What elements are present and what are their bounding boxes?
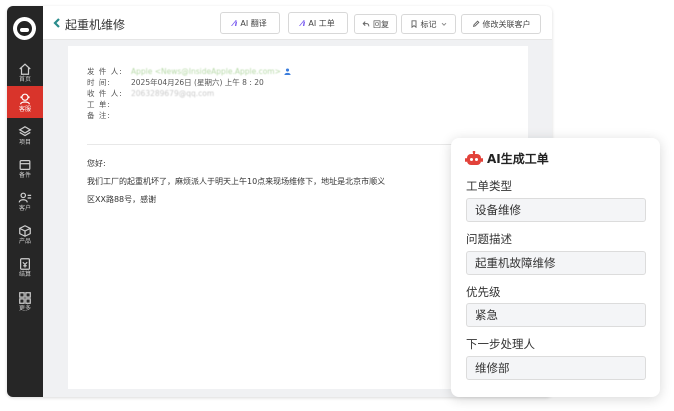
ai-ticket-panel: AI生成工单 工单类型 设备维修 问题描述 起重机故障维修 优先级 紧急 下一步…: [451, 138, 660, 397]
edit-customer-label: 修改关联客户: [482, 19, 531, 29]
field-label-ticket-type: 工单类型: [466, 179, 512, 193]
settlement-icon: [20, 257, 30, 270]
meta-label: 工 单:: [87, 100, 111, 109]
meta-label: 备 注:: [87, 111, 111, 120]
email-greeting: 您好:: [87, 159, 106, 168]
header: 起重机维修 ⁄ı AI 翻译 ⁄ı AI 工单 回复 标记 修改关联客户: [43, 6, 552, 40]
inventory-icon: [19, 159, 31, 170]
sidebar-item-more[interactable]: 更多: [7, 285, 43, 317]
ai-translate-button[interactable]: ⁄ı AI 翻译: [220, 12, 280, 34]
back-icon[interactable]: [51, 17, 63, 29]
grid-icon: [19, 291, 31, 304]
chevron-down-icon: [441, 22, 446, 26]
pencil-icon: [472, 20, 479, 28]
customer-icon: [18, 192, 32, 203]
time-value: 2025年04月26日 (星期六) 上午 8 : 20: [131, 78, 264, 87]
sidebar-item-label: 项目: [18, 138, 31, 146]
avatar[interactable]: [13, 17, 36, 40]
ai-translate-label: AI 翻译: [240, 18, 267, 28]
divider: [87, 144, 507, 145]
sidebar-item-label: 备件: [18, 171, 31, 179]
meta-row-ticket: 工 单:: [87, 99, 291, 110]
email-body: 您好: 我们工厂的起重机坏了，麻烦派人于明天上午10点来现场维修下，地址是北京市…: [87, 155, 432, 209]
sidebar-item-label: 客服: [18, 105, 31, 113]
reply-label: 回复: [373, 19, 389, 29]
sidebar-item-home[interactable]: 首页: [7, 56, 43, 88]
email-meta: 发 件 人: Apple <News@InsideApple.Apple.com…: [87, 66, 291, 121]
panel-title: AI生成工单: [487, 152, 549, 166]
bookmark-icon: [411, 20, 416, 28]
meta-row-time: 时 间: 2025年04月26日 (星期六) 上午 8 : 20: [87, 77, 291, 88]
mark-label: 标记: [420, 19, 437, 29]
problem-description-field[interactable]: 起重机故障维修: [466, 251, 646, 275]
robot-icon: [465, 150, 483, 165]
next-handler-field[interactable]: 维修部: [466, 356, 646, 380]
sidebar-item-customer-service[interactable]: 客服: [7, 86, 43, 118]
meta-label: 发 件 人:: [87, 67, 123, 76]
sidebar-item-label: 首页: [18, 75, 31, 83]
meta-row-to: 收 件 人: 2063289679@qq.com: [87, 88, 291, 99]
home-icon: [19, 62, 31, 75]
sidebar-item-label: 客户: [18, 204, 31, 212]
ai-ticket-button[interactable]: ⁄ı AI 工单: [288, 12, 348, 34]
meta-label: 时 间:: [87, 78, 111, 87]
meta-label: 收 件 人:: [87, 89, 123, 98]
sidebar-item-parts[interactable]: 备件: [7, 152, 43, 184]
sidebar-item-settlement[interactable]: 结算: [7, 251, 43, 283]
mark-dropdown[interactable]: 标记: [401, 14, 456, 34]
contact-icon[interactable]: [284, 68, 291, 75]
field-label-priority: 优先级: [466, 285, 501, 299]
field-label-problem: 问题描述: [466, 232, 512, 246]
sidebar: 首页 客服 项目 备件 客户 产品 结算 更多: [7, 6, 43, 397]
sidebar-item-label: 结算: [18, 270, 31, 278]
ai-ticket-label: AI 工单: [308, 18, 335, 28]
meta-row-note: 备 注:: [87, 110, 291, 121]
email-body-line: 区XX路88号，感谢: [87, 195, 157, 204]
layers-icon: [18, 125, 32, 136]
sender-value[interactable]: Apple <News@InsideApple.Apple.com>: [131, 66, 281, 77]
meta-row-from: 发 件 人: Apple <News@InsideApple.Apple.com…: [87, 66, 291, 77]
recipient-value[interactable]: 2063289679@qq.com: [131, 88, 214, 99]
edit-linked-customer-button[interactable]: 修改关联客户: [461, 14, 541, 34]
email-body-line: 我们工厂的起重机坏了，麻烦派人于明天上午10点来现场维修下，地址是北京市顺义: [87, 177, 386, 186]
sidebar-item-label: 更多: [18, 304, 31, 312]
reply-button[interactable]: 回复: [354, 14, 397, 34]
panel-header: AI生成工单: [465, 150, 549, 167]
page-title: 起重机维修: [65, 18, 126, 32]
reply-icon: [362, 21, 370, 27]
sidebar-item-projects[interactable]: 项目: [7, 119, 43, 151]
ai-sparkle-icon: ⁄ı: [233, 18, 238, 28]
sidebar-item-products[interactable]: 产品: [7, 218, 43, 250]
priority-field[interactable]: 紧急: [466, 303, 646, 327]
ai-sparkle-icon: ⁄ı: [301, 18, 306, 28]
ticket-type-field[interactable]: 设备维修: [466, 198, 646, 222]
sidebar-item-customers[interactable]: 客户: [7, 185, 43, 217]
field-label-next-handler: 下一步处理人: [466, 337, 535, 351]
sidebar-item-label: 产品: [18, 237, 31, 245]
customer-service-icon: [20, 93, 30, 104]
cube-icon: [19, 224, 31, 237]
